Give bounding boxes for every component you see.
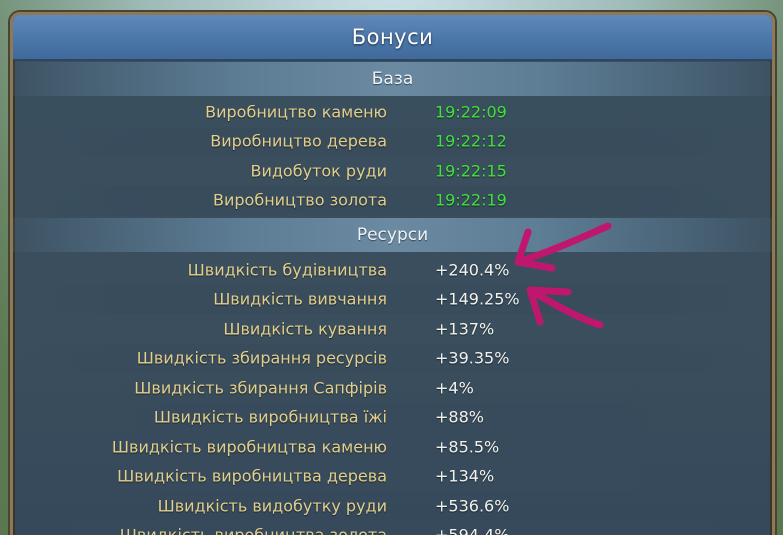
row-bonus-value: +134% [435, 466, 495, 486]
row-label: Швидкість видобутку руди [157, 496, 387, 516]
row-label: Виробництво каменю [205, 102, 387, 122]
row-timer: 19:22:19 [435, 190, 507, 210]
row-timer: 19:22:12 [435, 131, 507, 151]
resource-row: Швидкість збирання Сапфірів +4% [13, 373, 772, 403]
row-bonus-value: +536.6% [435, 496, 510, 516]
row-label: Швидкість виробництва золота [120, 526, 387, 535]
resource-row: Швидкість виробництва їжі +88% [13, 402, 772, 432]
row-timer: 19:22:15 [435, 161, 507, 181]
base-row: Виробництво каменю 19:22:09 [13, 97, 772, 127]
row-label: Виробництво дерева [210, 131, 387, 151]
panel-header: Бонуси [13, 15, 772, 61]
resource-row: Швидкість вивчання +149.25% [13, 284, 772, 314]
section-title-resources: Ресурси [356, 225, 429, 245]
resource-row: Швидкість виробництва каменю +85.5% [13, 432, 772, 462]
row-label: Видобуток руди [250, 161, 387, 181]
row-label: Швидкість кування [223, 319, 387, 339]
game-screen: Бонуси База Виробництво каменю 19:22:09 … [0, 0, 783, 535]
bonuses-panel: Бонуси База Виробництво каменю 19:22:09 … [10, 12, 775, 535]
row-label: Швидкість виробництва каменю [111, 437, 387, 457]
row-bonus-value: +594.4% [435, 526, 509, 535]
base-row: Виробництво золота 19:22:19 [13, 185, 772, 215]
row-bonus-value: +149.25% [435, 289, 520, 309]
resource-row: Швидкість кування +137% [13, 314, 772, 344]
row-bonus-value: +85.5% [435, 437, 500, 457]
resource-row: Швидкість видобутку руди +536.6% [13, 491, 772, 521]
section-header-base: База [13, 62, 772, 96]
row-label: Виробництво золота [213, 190, 387, 210]
row-bonus-value: +240.4% [435, 260, 510, 280]
row-bonus-value: +88% [435, 407, 484, 427]
row-bonus-value: +4% [435, 378, 474, 398]
section-header-resources: Ресурси [13, 218, 772, 252]
row-label: Швидкість будівництва [187, 260, 387, 280]
resource-row: Швидкість будівництва +240.4% [13, 255, 772, 285]
row-bonus-value: +39.35% [435, 348, 510, 368]
base-row: Видобуток руди 19:22:15 [13, 156, 772, 186]
resource-row: Швидкість виробництва золота +594.4% [13, 520, 772, 535]
row-label: Швидкість виробництва їжі [153, 407, 387, 427]
row-label: Швидкість вивчання [213, 289, 387, 309]
row-bonus-value: +137% [435, 319, 495, 339]
row-label: Швидкість збирання Сапфірів [134, 378, 387, 398]
base-row: Виробництво дерева 19:22:12 [13, 126, 772, 156]
panel-title: Бонуси [351, 25, 434, 49]
row-timer: 19:22:09 [435, 102, 507, 122]
resource-row: Швидкість збирання ресурсів +39.35% [13, 343, 772, 373]
row-label: Швидкість збирання ресурсів [136, 348, 387, 368]
resource-row: Швидкість виробництва дерева +134% [13, 461, 772, 491]
section-title-base: База [371, 69, 414, 89]
row-label: Швидкість виробництва дерева [117, 466, 387, 486]
